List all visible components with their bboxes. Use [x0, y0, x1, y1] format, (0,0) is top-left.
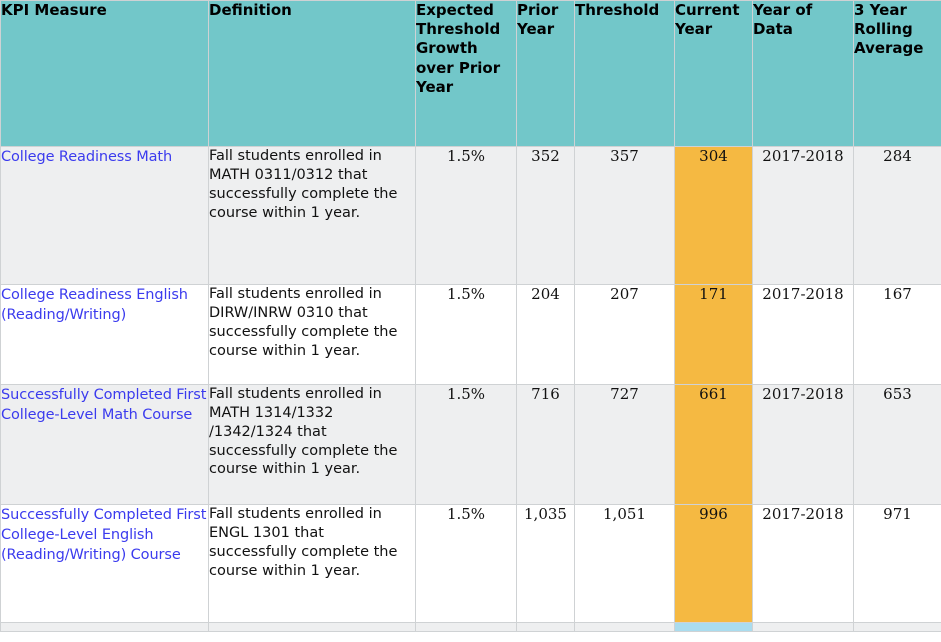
cell-kpi-measure[interactable]: Successfully Completed First College-Lev…	[0, 504, 209, 623]
cell-partial	[0, 622, 209, 632]
cell-rolling-average: 971	[853, 504, 941, 623]
table-row: Successfully Completed First College-Lev…	[0, 504, 941, 623]
cell-expected-growth: 1.5%	[415, 504, 517, 623]
cell-definition: Fall students enrolled in DIRW/INRW 0310…	[208, 284, 416, 385]
column-header-kpi-measure[interactable]: KPI Measure	[0, 0, 209, 147]
cell-prior-year: 204	[516, 284, 575, 385]
table-row: Successfully Completed First College-Lev…	[0, 384, 941, 505]
cell-partial	[853, 622, 941, 632]
cell-expected-growth: 1.5%	[415, 384, 517, 505]
table-row: College Readiness Math Fall students enr…	[0, 146, 941, 285]
cell-partial	[516, 622, 575, 632]
column-header-rolling-average[interactable]: 3 Year Rolling Average	[853, 0, 941, 147]
column-header-year-of-data[interactable]: Year of Data	[752, 0, 854, 147]
cell-prior-year: 1,035	[516, 504, 575, 623]
cell-current-year: 996	[674, 504, 753, 623]
table-body: College Readiness Math Fall students enr…	[0, 146, 941, 632]
cell-year-of-data: 2017-2018	[752, 384, 854, 505]
header-row: KPI Measure Definition Expected Threshol…	[0, 0, 941, 147]
cell-current-year: 171	[674, 284, 753, 385]
column-header-threshold[interactable]: Threshold	[574, 0, 675, 147]
cell-definition: Fall students enrolled in MATH 0311/0312…	[208, 146, 416, 285]
column-header-prior-year[interactable]: Prior Year	[516, 0, 575, 147]
cell-prior-year: 716	[516, 384, 575, 505]
column-header-current-year[interactable]: Current Year	[674, 0, 753, 147]
table-row-partial	[0, 622, 941, 632]
cell-current-year: 304	[674, 146, 753, 285]
cell-kpi-measure[interactable]: College Readiness Math	[0, 146, 209, 285]
table-header: KPI Measure Definition Expected Threshol…	[0, 0, 941, 147]
kpi-measures-table: KPI Measure Definition Expected Threshol…	[0, 0, 941, 632]
cell-definition: Fall students enrolled in MATH 1314/1332…	[208, 384, 416, 505]
cell-partial	[574, 622, 675, 632]
cell-threshold: 1,051	[574, 504, 675, 623]
cell-kpi-measure[interactable]: Successfully Completed First College-Lev…	[0, 384, 209, 505]
cell-expected-growth: 1.5%	[415, 146, 517, 285]
column-header-expected-growth[interactable]: Expected Threshold Growth over Prior Yea…	[415, 0, 517, 147]
cell-year-of-data: 2017-2018	[752, 284, 854, 385]
cell-current-year: 661	[674, 384, 753, 505]
cell-kpi-measure[interactable]: College Readiness English (Reading/Writi…	[0, 284, 209, 385]
column-header-definition[interactable]: Definition	[208, 0, 416, 147]
cell-partial	[208, 622, 416, 632]
cell-rolling-average: 284	[853, 146, 941, 285]
cell-threshold: 357	[574, 146, 675, 285]
cell-prior-year: 352	[516, 146, 575, 285]
cell-threshold: 207	[574, 284, 675, 385]
cell-year-of-data: 2017-2018	[752, 504, 854, 623]
cell-partial-current-year	[674, 622, 753, 632]
table-row: College Readiness English (Reading/Writi…	[0, 284, 941, 385]
cell-rolling-average: 167	[853, 284, 941, 385]
cell-threshold: 727	[574, 384, 675, 505]
cell-rolling-average: 653	[853, 384, 941, 505]
cell-definition: Fall students enrolled in ENGL 1301 that…	[208, 504, 416, 623]
cell-year-of-data: 2017-2018	[752, 146, 854, 285]
cell-partial	[752, 622, 854, 632]
cell-partial	[415, 622, 517, 632]
cell-expected-growth: 1.5%	[415, 284, 517, 385]
